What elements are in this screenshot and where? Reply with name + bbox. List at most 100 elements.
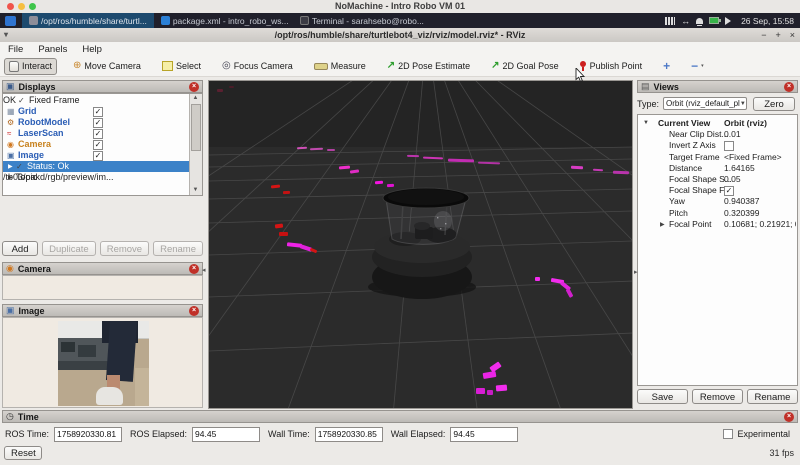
views-row[interactable]: Distance1.64165 [638,163,796,174]
chevron-right-icon[interactable]: ▶ [8,163,13,170]
views-row[interactable]: Target Frame<Fixed Frame> [638,152,796,163]
tool-2d-pose-estimate[interactable]: ↗2D Pose Estimate [382,58,475,74]
views-row[interactable]: Focal Shape S...0.05 [638,174,796,185]
display-row[interactable]: ▶✓Status: Ok [3,161,189,172]
views-row-value[interactable]: <Fixed Frame> [724,152,782,163]
views-row-value[interactable]: 0.320399 [724,208,759,219]
display-checkbox[interactable]: ✓ [93,140,103,150]
views-row[interactable]: Invert Z Axis [638,140,796,151]
display-row[interactable]: ▦Grid✓ [3,106,189,117]
display-row[interactable]: ▣Image✓ [3,150,189,161]
displays-add-button[interactable]: Add [2,241,38,256]
views-row-value[interactable]: 0.05 [724,174,741,185]
reset-button[interactable]: Reset [4,446,42,460]
maximize-icon[interactable]: + [775,28,780,42]
views-panel-header[interactable]: ▤ Views × [637,80,798,93]
menu-item-file[interactable]: File [8,44,23,55]
views-row[interactable]: Focal Shape F...✓ [638,185,796,196]
camera-close-icon[interactable]: × [189,264,199,274]
tool-measure[interactable]: Measure [309,58,371,74]
views-row-name: Near Clip Dist... [669,129,729,140]
display-row[interactable]: ✓Fixed FrameOK [3,95,189,106]
network-signal-icon[interactable] [665,17,675,25]
views-remove-button[interactable]: Remove [692,389,743,404]
3d-viewport[interactable] [208,80,633,409]
app-launcher-icon[interactable] [5,16,16,26]
view-type-dropdown[interactable]: Orbit (rviz_default_pl ▼ [663,97,747,110]
views-close-icon[interactable]: × [784,82,794,92]
tool-2d-goal-pose[interactable]: ↗2D Goal Pose [486,58,563,74]
display-row[interactable]: ▶Topic/tb03/oakd/rgb/preview/im... [3,172,189,183]
image-close-icon[interactable]: × [189,306,199,316]
notifications-bell-icon[interactable] [696,18,703,24]
type-label: Type: [637,99,659,109]
chevron-down-icon[interactable]: ▼ [643,120,649,126]
views-row[interactable]: Near Clip Dist...0.01 [638,129,796,140]
taskbar-item[interactable]: /opt/ros/humble/share/turtl... [22,13,154,28]
close-icon[interactable]: × [790,28,795,42]
scroll-down-icon[interactable]: ▼ [190,186,201,195]
collapse-right-panel-arrow[interactable]: ▸ [634,268,638,276]
views-rename-button[interactable]: Rename [747,389,798,404]
views-row[interactable]: Yaw0.940387 [638,196,796,207]
views-checkbox[interactable]: ✓ [724,186,734,196]
views-checkbox[interactable] [724,141,734,151]
views-row[interactable]: ▶Focal Point0.10681; 0.21921; 0.1... [638,219,796,230]
menu-item-panels[interactable]: Panels [38,44,67,55]
displays-panel-header[interactable]: ▣ Displays × [2,80,203,93]
views-row-value[interactable]: 0.01 [724,129,741,140]
tool-interact[interactable]: Interact [4,58,57,75]
displays-close-icon[interactable]: × [189,82,199,92]
tray-clock[interactable]: 26 Sep, 15:58 [741,16,794,26]
laser-scan-point [566,288,574,298]
zero-button[interactable]: Zero [753,97,795,111]
views-row[interactable]: ▼Current ViewOrbit (rviz) [638,118,796,129]
views-tree: ▼Current ViewOrbit (rviz)Near Clip Dist.… [637,114,798,386]
volume-icon[interactable] [725,17,735,25]
taskbar-item[interactable]: package.xml - intro_robo_ws... [154,13,293,28]
views-row-value[interactable]: 0.940387 [724,196,759,207]
tool-focus-camera[interactable]: ◎Focus Camera [217,58,298,74]
time-field-input-ros-time[interactable] [54,427,122,442]
display-row[interactable]: ◉Camera✓ [3,139,189,150]
views-row[interactable]: Pitch0.320399 [638,208,796,219]
image-panel-header[interactable]: ▣ Image × [2,304,203,317]
experimental-checkbox[interactable] [723,429,733,439]
display-checkbox[interactable]: ✓ [93,118,103,128]
laser-scan-point [279,232,288,236]
taskbar-item[interactable]: Terminal - sarahsebo@robo... [293,13,431,28]
time-field-input-wall-elapsed[interactable] [450,427,518,442]
window-menu-icon[interactable]: ▾ [4,28,8,42]
camera-panel-header[interactable]: ◉ Camera × [2,262,203,275]
robot-icon: ⚙ [7,118,14,127]
time-field-input-ros-elapsed[interactable] [192,427,260,442]
collapse-left-panel-arrow[interactable]: ◂ [202,266,206,274]
views-row-name: Current View [658,118,710,129]
views-row-value[interactable]: 0.10681; 0.21921; 0.1... [724,219,796,230]
minimize-icon[interactable]: − [761,28,766,42]
time-close-icon[interactable]: × [784,412,794,422]
time-field-input-wall-time[interactable] [315,427,383,442]
vscode-icon [161,16,170,25]
connection-arrows-icon[interactable]: ↔ [681,17,690,25]
scroll-up-icon[interactable]: ▲ [190,94,201,103]
display-row[interactable]: ⚙RobotModel✓ [3,117,189,128]
battery-icon[interactable] [709,17,719,24]
menu-item-help[interactable]: Help [82,44,102,55]
views-row-value[interactable]: 1.64165 [724,163,755,174]
display-checkbox[interactable]: ✓ [93,151,103,161]
views-save-button[interactable]: Save [637,389,688,404]
displays-scrollbar[interactable]: ▲ ▼ [189,94,202,195]
tool-move-camera[interactable]: ⊕Move Camera [68,58,146,74]
tool-select[interactable]: Select [157,58,206,74]
time-panel-header[interactable]: ◷ Time × [2,410,798,423]
tool-plus[interactable]: + [658,58,675,75]
display-checkbox[interactable]: ✓ [93,107,103,117]
scrollbar-thumb[interactable] [191,104,201,151]
tool-minus[interactable]: −▾ [686,58,709,75]
chevron-right-icon[interactable]: ▶ [660,221,665,228]
display-checkbox[interactable]: ✓ [93,129,103,139]
rviz-titlebar[interactable]: ▾ /opt/ros/humble/share/turtlebot4_viz/r… [0,28,800,43]
display-row[interactable]: ≈LaserScan✓ [3,128,189,139]
fps-counter: 31 fps [769,448,794,458]
